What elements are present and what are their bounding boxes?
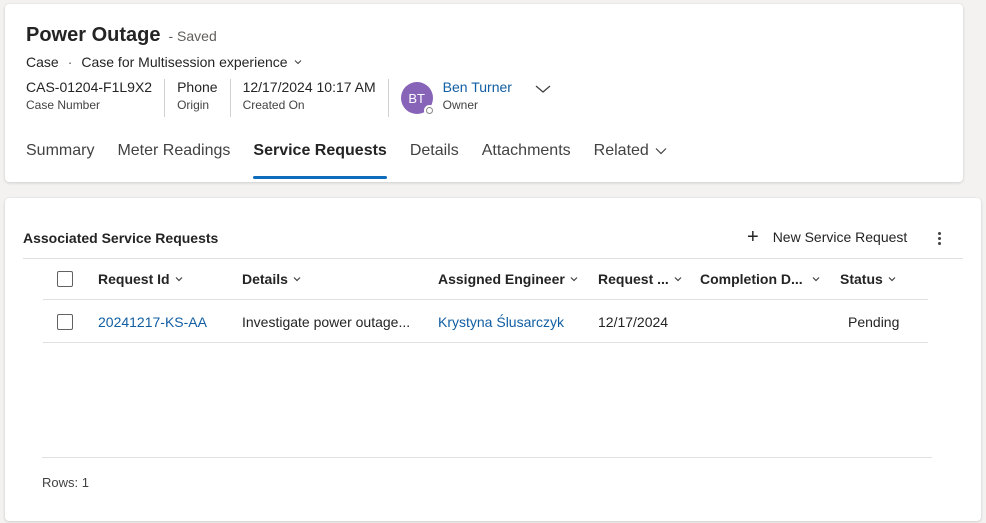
- tab-related-label: Related: [593, 142, 649, 159]
- form-name: Case for Multisession experience: [81, 54, 288, 70]
- case-number-field: CAS-01204-F1L9X2 Case Number: [26, 79, 166, 117]
- origin-value: Phone: [177, 79, 218, 95]
- column-header-details[interactable]: Details: [242, 259, 302, 299]
- details-cell: Investigate power outage...: [242, 313, 411, 330]
- column-header-label: Request Id: [98, 271, 170, 287]
- case-number-value: CAS-01204-F1L9X2: [26, 79, 153, 95]
- column-header-request-id[interactable]: Request Id: [98, 259, 184, 299]
- chevron-down-icon: [888, 277, 896, 282]
- origin-label: Origin: [177, 98, 210, 112]
- chevron-down-icon: [293, 277, 301, 282]
- record-header: Power Outage - Saved Case · Case for Mul…: [5, 4, 963, 182]
- avatar-initials: BT: [408, 90, 425, 106]
- tab-list: Summary Meter Readings Service Requests …: [26, 142, 690, 179]
- column-header-label: Details: [242, 271, 288, 287]
- table-row[interactable]: 20241217-KS-AA Investigate power outage.…: [43, 301, 928, 343]
- avatar[interactable]: BT: [400, 82, 435, 116]
- column-header-label: Status: [840, 271, 883, 287]
- form-selector[interactable]: Case for Multisession experience: [81, 54, 302, 70]
- request-date-cell: 12/17/2024: [598, 313, 669, 330]
- tab-attachments[interactable]: Attachments: [482, 142, 571, 178]
- plus-icon: +: [747, 226, 759, 248]
- column-header-status[interactable]: Status: [840, 259, 897, 299]
- new-service-request-button[interactable]: + New Service Request: [747, 226, 908, 248]
- column-header-label: Request ...: [598, 271, 669, 287]
- row-checkbox[interactable]: [57, 313, 73, 330]
- column-header-completion-date[interactable]: Completion D...: [700, 259, 821, 299]
- title-row: Power Outage - Saved: [26, 24, 217, 47]
- column-header-label: Assigned Engineer: [438, 271, 565, 287]
- created-on-label: Created On: [242, 98, 305, 112]
- column-header-request-date[interactable]: Request ...: [598, 259, 683, 299]
- select-all-checkbox[interactable]: [57, 271, 73, 287]
- tab-meter-readings[interactable]: Meter Readings: [117, 142, 230, 178]
- chevron-down-icon: [812, 277, 820, 282]
- created-on-field: 12/17/2024 10:17 AM Created On: [243, 79, 389, 117]
- column-header-label: Completion D...: [700, 271, 803, 287]
- rows-count: Rows: 1: [42, 475, 89, 490]
- engineer-link[interactable]: Krystyna Ślusarczyk: [438, 301, 564, 342]
- tab-summary[interactable]: Summary: [26, 142, 94, 178]
- footer-divider: [42, 457, 932, 458]
- header-fields: CAS-01204-F1L9X2 Case Number Phone Origi…: [26, 79, 552, 117]
- tab-service-requests[interactable]: Service Requests: [253, 142, 388, 179]
- tab-related[interactable]: Related: [594, 142, 667, 178]
- form-selector-row: Case · Case for Multisession experience: [26, 54, 303, 70]
- subgrid-card: Associated Service Requests + New Servic…: [5, 198, 981, 521]
- entity-name: Case: [26, 54, 59, 70]
- origin-field: Phone Origin: [177, 79, 231, 117]
- chevron-down-icon: [570, 277, 578, 282]
- case-number-label: Case Number: [26, 98, 101, 112]
- owner-field: BT Ben Turner Owner: [400, 79, 552, 117]
- presence-icon: [423, 105, 435, 116]
- more-commands-icon[interactable]: [935, 230, 943, 248]
- tab-details[interactable]: Details: [410, 142, 459, 178]
- chevron-down-icon: [674, 277, 682, 282]
- grid-header-row: Request Id Details Assigned Engineer Req…: [43, 259, 928, 300]
- status-cell: Pending: [848, 313, 900, 330]
- record-title: Power Outage: [26, 24, 161, 46]
- chevron-down-icon: [294, 60, 301, 65]
- chevron-down-icon: [175, 277, 183, 282]
- select-all-cell: [57, 259, 73, 299]
- subgrid-title: Associated Service Requests: [23, 230, 219, 246]
- chevron-down-icon: [655, 147, 667, 155]
- owner-label: Owner: [442, 98, 479, 112]
- column-header-assigned-engineer[interactable]: Assigned Engineer: [438, 259, 579, 299]
- expand-header-chevron-icon[interactable]: [534, 83, 552, 95]
- new-service-request-label: New Service Request: [772, 229, 908, 245]
- owner-name-link[interactable]: Ben Turner: [443, 79, 512, 96]
- row-select-cell: [57, 301, 73, 342]
- request-id-link[interactable]: 20241217-KS-AA: [98, 301, 207, 342]
- created-on-value: 12/17/2024 10:17 AM: [242, 79, 376, 95]
- save-status: - Saved: [168, 28, 217, 44]
- separator-dot: ·: [67, 54, 73, 70]
